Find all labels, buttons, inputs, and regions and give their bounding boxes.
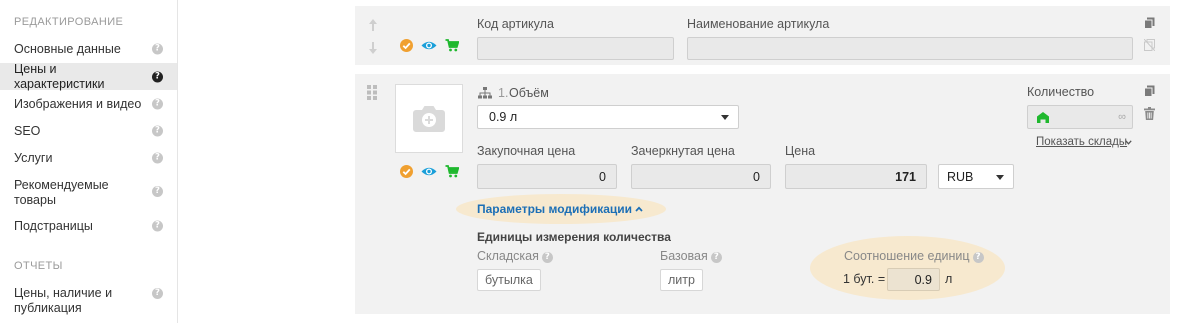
- sidebar-item-seo[interactable]: SEO ?: [0, 123, 177, 139]
- help-icon[interactable]: ?: [152, 220, 163, 232]
- section-title-reports: ОТЧЕТЫ: [14, 260, 63, 272]
- chevron-down-icon: [721, 115, 729, 120]
- sidebar-item-label: Цены, наличие и публикация: [14, 286, 113, 315]
- sku-code-input[interactable]: [477, 37, 674, 60]
- sidebar-item-recommended[interactable]: Рекомендуемые товары ?: [0, 178, 177, 208]
- help-icon[interactable]: ?: [972, 252, 984, 263]
- help-icon[interactable]: ?: [152, 125, 163, 137]
- quantity-label: Количество: [1027, 85, 1095, 99]
- sidebar-item-services[interactable]: Услуги ?: [0, 150, 177, 166]
- base-unit-value[interactable]: литр: [660, 269, 703, 291]
- arrow-up-icon[interactable]: [368, 18, 378, 32]
- crossed-price-input[interactable]: 0: [631, 164, 771, 189]
- chevron-down-icon[interactable]: [1125, 140, 1132, 145]
- sidebar-item-subpages[interactable]: Подстраницы ?: [0, 218, 177, 234]
- add-photo-icon: [413, 106, 445, 132]
- copy-icon[interactable]: [1144, 85, 1155, 97]
- sku-header-panel: Код артикула Наименование артикула: [355, 6, 1170, 65]
- chevron-up-icon[interactable]: [635, 206, 643, 212]
- check-icon[interactable]: [400, 165, 413, 178]
- sidebar-item-label: SEO: [14, 123, 41, 138]
- feature-name: Объём: [509, 86, 549, 100]
- ratio-suffix: л: [945, 272, 953, 286]
- warehouse-icon: [1037, 112, 1049, 123]
- variant-panel: 1. Объём 0.9 л Закупочная цена 0 Зачеркн…: [355, 74, 1170, 314]
- price-input[interactable]: 171: [785, 164, 927, 189]
- help-icon[interactable]: ?: [541, 252, 553, 263]
- feature-number: 1.: [498, 86, 509, 100]
- drag-handle-icon[interactable]: [367, 85, 378, 100]
- cart-icon[interactable]: [445, 39, 459, 52]
- crossed-price-label: Зачеркнутая цена: [631, 144, 735, 158]
- sidebar-item-label: Изображения и видео: [14, 96, 142, 111]
- units-title: Единицы измерения количества: [477, 230, 671, 244]
- eye-icon[interactable]: [421, 40, 437, 51]
- sidebar-item-label: Основные данные: [14, 41, 121, 56]
- quantity-input[interactable]: ∞: [1027, 105, 1133, 129]
- sidebar-item-basic-data[interactable]: Основные данные ?: [0, 41, 177, 57]
- help-icon[interactable]: ?: [152, 288, 163, 299]
- help-icon[interactable]: ?: [152, 43, 163, 55]
- stock-unit-label: Складская?: [477, 249, 553, 263]
- sidebar-item-images[interactable]: Изображения и видео ?: [0, 96, 177, 112]
- ratio-label: Соотношение единиц?: [844, 249, 984, 263]
- sidebar-item-label: Цены и характеристики: [14, 61, 105, 91]
- purchase-price-input[interactable]: 0: [477, 164, 617, 189]
- sidebar-item-label: Услуги: [14, 150, 53, 165]
- photo-placeholder[interactable]: [395, 84, 463, 153]
- show-stocks-link[interactable]: Показать склады: [1036, 136, 1127, 148]
- sku-code-label: Код артикула: [477, 17, 554, 31]
- sidebar-item-label: Подстраницы: [14, 218, 93, 233]
- cart-icon[interactable]: [445, 165, 459, 178]
- copy-icon[interactable]: [1144, 17, 1155, 29]
- ratio-input[interactable]: 0.9: [887, 268, 940, 291]
- sku-name-label: Наименование артикула: [687, 17, 830, 31]
- help-icon[interactable]: ?: [152, 152, 163, 164]
- purchase-price-label: Закупочная цена: [477, 144, 576, 158]
- help-icon[interactable]: ?: [152, 186, 163, 197]
- price-label: Цена: [785, 144, 816, 158]
- check-icon[interactable]: [400, 39, 413, 52]
- trash-icon[interactable]: [1144, 107, 1155, 120]
- stock-unit-value[interactable]: бутылка: [477, 269, 541, 291]
- chevron-down-icon: [996, 174, 1004, 180]
- sidebar-item-label: Рекомендуемые товары: [14, 178, 109, 207]
- hierarchy-icon: [478, 87, 492, 99]
- arrow-down-icon[interactable]: [368, 41, 378, 55]
- ratio-prefix: 1 бут. =: [843, 272, 886, 286]
- mod-params-link[interactable]: Параметры модификации: [477, 202, 632, 216]
- help-icon[interactable]: ?: [152, 71, 163, 82]
- feature-value-select[interactable]: 0.9 л: [477, 105, 739, 129]
- sidebar-item-prices[interactable]: Цены и характеристики ?: [0, 61, 177, 91]
- currency-select[interactable]: RUB: [938, 164, 1014, 189]
- help-icon[interactable]: ?: [152, 98, 163, 110]
- sku-name-input[interactable]: [687, 37, 1133, 60]
- eye-icon[interactable]: [421, 166, 437, 177]
- base-unit-label: Базовая?: [660, 249, 722, 263]
- copy-disabled-icon: [1144, 39, 1155, 51]
- sidebar-item-prices-stock[interactable]: Цены, наличие и публикация ?: [0, 286, 177, 316]
- help-icon[interactable]: ?: [710, 252, 722, 263]
- section-title-editing: РЕДАКТИРОВАНИЕ: [14, 16, 124, 28]
- sidebar: РЕДАКТИРОВАНИЕ Основные данные ? Цены и …: [0, 0, 178, 323]
